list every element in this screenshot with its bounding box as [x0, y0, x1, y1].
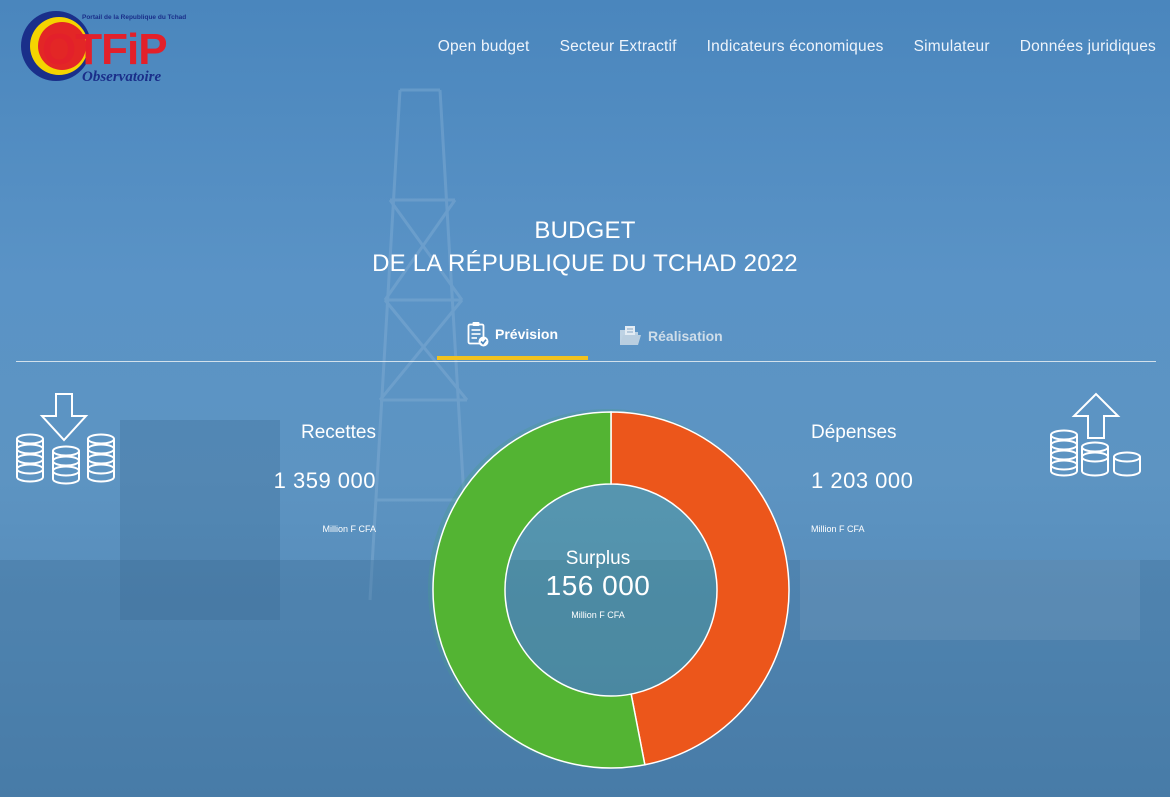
- folder-document-icon: [620, 326, 642, 345]
- tab-realisation[interactable]: Réalisation: [588, 312, 753, 360]
- depenses-value: 1 203 000: [811, 468, 914, 493]
- otfip-logo[interactable]: Portail de la Republique du Tchad OTFiP …: [16, 8, 196, 88]
- nav-donnees-juridiques[interactable]: Données juridiques: [1020, 38, 1156, 56]
- page-title-line2: DE LA RÉPUBLIQUE DU TCHAD 2022: [372, 250, 798, 277]
- recettes-value: 1 359 000: [273, 468, 376, 493]
- recettes-unit: Million F CFA: [322, 524, 376, 534]
- tab-prevision[interactable]: Prévision: [437, 312, 589, 360]
- logo-tagline: Portail de la Republique du Tchad: [82, 14, 186, 21]
- nav-secteur-extractif[interactable]: Secteur Extractif: [560, 38, 677, 56]
- depenses-unit: Million F CFA: [811, 524, 865, 534]
- main-nav: Open budget Secteur Extractif Indicateur…: [438, 38, 1156, 56]
- tabs-divider: [16, 361, 1156, 362]
- tab-prevision-label: Prévision: [495, 326, 559, 342]
- surplus-unit: Million F CFA: [571, 610, 625, 620]
- logo-wordmark: OTFiP: [42, 25, 167, 74]
- logo-subtitle: Observatoire: [82, 69, 161, 85]
- page-title: BUDGET DE LA RÉPUBLIQUE DU TCHAD 2022: [0, 214, 1170, 280]
- clipboard-check-icon: [467, 322, 489, 347]
- tab-realisation-label: Réalisation: [648, 328, 723, 344]
- nav-simulateur[interactable]: Simulateur: [914, 38, 990, 56]
- recettes-label: Recettes: [301, 422, 376, 443]
- surplus-label: Surplus: [565, 548, 631, 569]
- coins-upload-icon: [1050, 392, 1141, 477]
- budget-tabs: Prévision Réalisation: [437, 312, 753, 360]
- nav-open-budget[interactable]: Open budget: [438, 38, 530, 56]
- page-title-line1: BUDGET: [534, 217, 636, 244]
- nav-indicateurs-economiques[interactable]: Indicateurs économiques: [707, 38, 884, 56]
- surplus-summary: Surplus 156 000 Million F CFA: [505, 548, 691, 620]
- depenses-label: Dépenses: [811, 422, 897, 443]
- surplus-value: 156 000: [545, 570, 651, 601]
- coins-download-icon: [16, 393, 115, 485]
